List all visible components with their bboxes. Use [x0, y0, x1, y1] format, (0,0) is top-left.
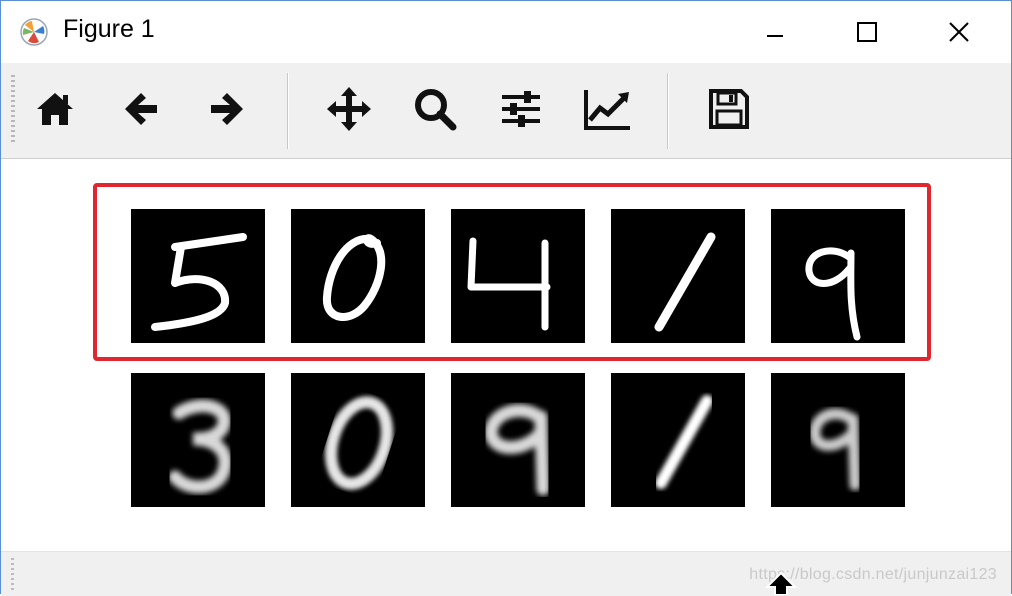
floppy-disk-icon: [709, 89, 749, 129]
toolbar-separator: [667, 73, 669, 149]
reconstructed-image-digit-1: [611, 373, 745, 507]
configure-subplots-button[interactable]: [491, 77, 551, 141]
maximize-icon: [857, 22, 877, 42]
toolbar-grip[interactable]: [11, 75, 15, 145]
toolbar-separator: [287, 73, 289, 149]
edit-axes-button[interactable]: [577, 77, 637, 141]
matplotlib-logo-icon: [20, 18, 48, 46]
original-image-digit-0: [291, 209, 425, 343]
arrow-left-icon: [125, 93, 157, 125]
status-bar: https://blog.csdn.net/junjunzai123: [1, 551, 1011, 596]
sliders-icon: [502, 91, 540, 127]
minimize-icon: [767, 35, 783, 37]
magnifier-icon: [415, 89, 457, 131]
zoom-button[interactable]: [405, 77, 465, 141]
pan-button[interactable]: [319, 77, 379, 141]
figure-canvas[interactable]: [1, 159, 1011, 551]
save-button[interactable]: [699, 77, 759, 141]
original-image-digit-9: [771, 209, 905, 343]
home-button[interactable]: [25, 77, 85, 141]
navigation-toolbar: [1, 63, 1011, 159]
home-icon: [37, 93, 73, 125]
original-image-digit-1: [611, 209, 745, 343]
close-icon: [949, 22, 969, 42]
reconstructed-image-digit-9: [451, 373, 585, 507]
original-image-digit-5: [131, 209, 265, 343]
maximize-button[interactable]: [821, 1, 913, 63]
figure-window: Figure 1 https://blog.csdn.net/junjunzai…: [0, 0, 1012, 596]
move-icon: [327, 87, 371, 131]
forward-button[interactable]: [197, 77, 257, 141]
reconstructed-image-digit-0: [291, 373, 425, 507]
original-image-digit-4: [451, 209, 585, 343]
line-chart-icon: [584, 90, 630, 130]
minimize-button[interactable]: [729, 1, 821, 63]
reconstructed-image-digit-3: [131, 373, 265, 507]
statusbar-grip: [11, 558, 14, 592]
reconstructed-image-digit-9: [771, 373, 905, 507]
back-button[interactable]: [111, 77, 171, 141]
cursor-icon: [764, 571, 798, 595]
close-button[interactable]: [913, 1, 1005, 63]
arrow-right-icon: [211, 93, 243, 125]
title-bar: Figure 1: [1, 1, 1011, 63]
window-title: Figure 1: [63, 15, 155, 43]
